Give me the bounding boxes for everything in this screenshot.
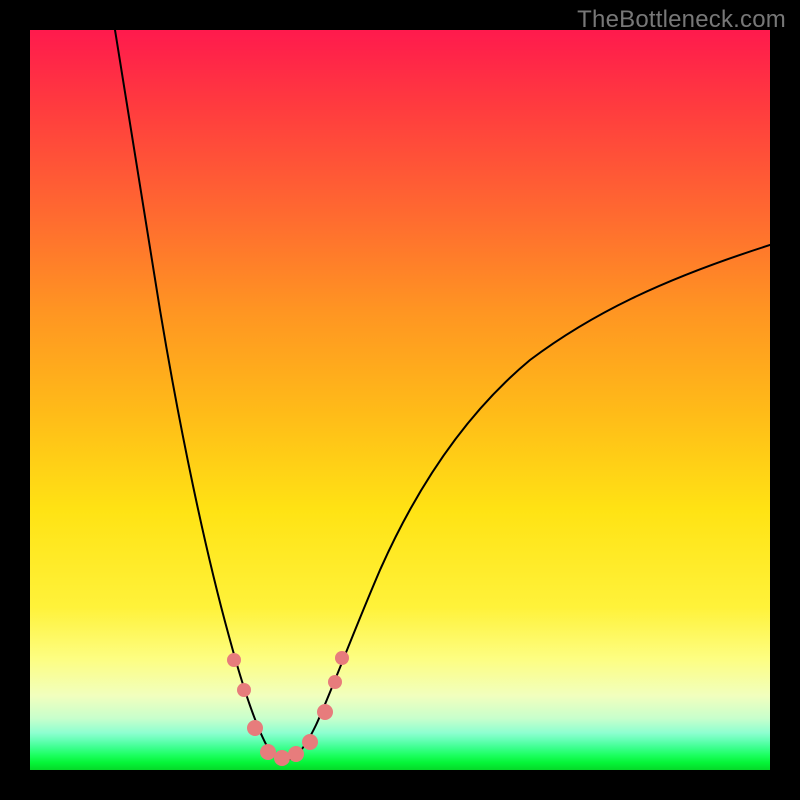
marker-dot	[328, 675, 342, 689]
marker-dot	[274, 750, 290, 766]
plot-area	[30, 30, 770, 770]
chart-frame: TheBottleneck.com	[0, 0, 800, 800]
marker-dot	[302, 734, 318, 750]
marker-dot	[260, 744, 276, 760]
marker-dot	[288, 746, 304, 762]
marker-dot	[247, 720, 263, 736]
marker-dot	[335, 651, 349, 665]
marker-dot	[227, 653, 241, 667]
trough-markers	[227, 651, 349, 766]
marker-dot	[237, 683, 251, 697]
bottleneck-curve	[115, 30, 770, 760]
marker-dot	[317, 704, 333, 720]
curve-layer	[30, 30, 770, 770]
